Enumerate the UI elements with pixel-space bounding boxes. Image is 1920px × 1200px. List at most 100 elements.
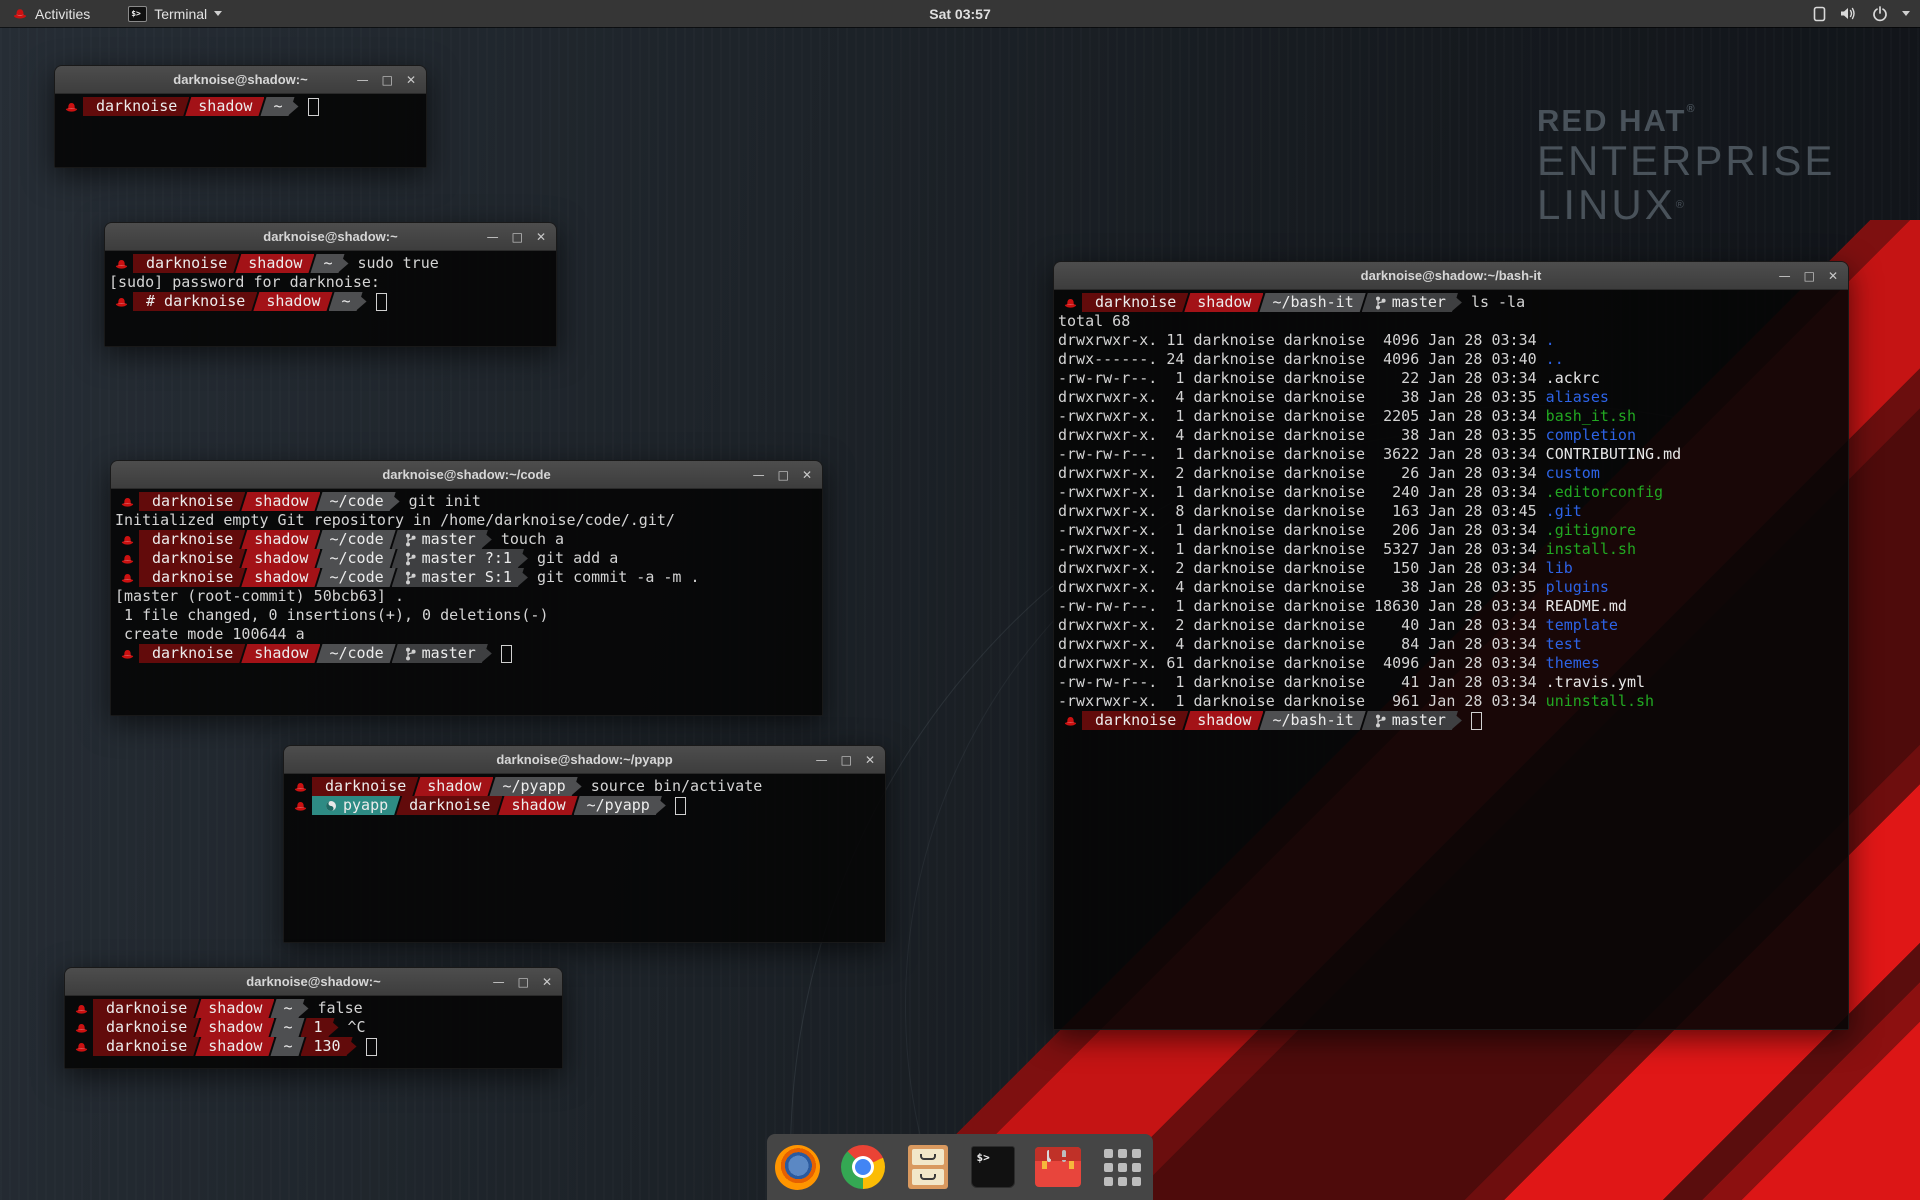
prompt-segment-host: shadow	[195, 1037, 274, 1056]
command-text: git init	[409, 492, 481, 511]
terminal-line: drwxrwxr-x. 2 darknoise darknoise 26 Jan…	[1058, 464, 1844, 483]
minimize-button[interactable]: —	[1779, 270, 1791, 282]
close-button[interactable]: ✕	[406, 74, 416, 86]
ls-row-filename: .git	[1546, 502, 1582, 521]
logo-line3: LINUX	[1537, 181, 1676, 228]
ls-row-filename: template	[1546, 616, 1618, 635]
close-button[interactable]: ✕	[865, 754, 875, 766]
maximize-button[interactable]: □	[382, 74, 393, 86]
maximize-button[interactable]: □	[1804, 270, 1815, 282]
terminal-content[interactable]: darknoiseshadow~sudo true[sudo] password…	[105, 251, 556, 346]
maximize-button[interactable]: □	[841, 754, 852, 766]
terminal-line: pyappdarknoiseshadow~/pyapp	[288, 796, 881, 815]
app-grid-icon	[1104, 1149, 1141, 1186]
terminal-line: darknoiseshadow~/pyappsource bin/activat…	[288, 777, 881, 796]
prompt-segment-branch: master ?:1	[392, 549, 524, 568]
prompt-segment-path: ~/code	[316, 549, 395, 568]
top-bar: Activities $> Terminal Sat 03:57	[0, 0, 1920, 27]
ls-row-meta: -rwxrwxr-x. 1 darknoise darknoise 2205 J…	[1058, 407, 1546, 426]
terminal-content[interactable]: darknoiseshadow~/codegit initInitialized…	[111, 489, 822, 715]
prompt-segment-path: ~/bash-it	[1259, 293, 1365, 312]
terminal-cursor	[308, 98, 319, 116]
redhat-prompt-icon	[109, 296, 133, 308]
window-titlebar[interactable]: darknoise@shadow:~/code — □ ✕	[111, 461, 822, 489]
prompt-segment-host: shadow	[241, 530, 320, 549]
command-text: ls -la	[1471, 293, 1525, 312]
close-button[interactable]: ✕	[802, 469, 812, 481]
terminal-line: darknoiseshadow~/bash-itmasterls -la	[1058, 293, 1844, 312]
terminal-line: -rw-rw-r--. 1 darknoise darknoise 3622 J…	[1058, 445, 1844, 464]
app-menu-terminal[interactable]: $> Terminal	[116, 0, 234, 27]
redhat-prompt-icon	[74, 1022, 89, 1034]
volume-icon[interactable]	[1840, 6, 1858, 21]
terminal-line: [master (root-commit) 50bcb63] .	[115, 587, 818, 606]
ls-row-meta: drwxrwxr-x. 8 darknoise darknoise 163 Ja…	[1058, 502, 1546, 521]
minimize-button[interactable]: —	[816, 754, 828, 766]
window-titlebar[interactable]: darknoise@shadow:~/pyapp —□✕	[284, 746, 885, 774]
dock-item-terminal[interactable]: $>	[969, 1143, 1017, 1191]
terminal-window-bash-it: darknoise@shadow:~/bash-it —□✕ darknoise…	[1053, 261, 1849, 1030]
minimize-button[interactable]: —	[493, 976, 505, 988]
terminal-line: create mode 100644 a	[115, 625, 818, 644]
terminal-icon: $>	[971, 1146, 1015, 1188]
redhat-prompt-icon	[115, 496, 139, 508]
power-icon[interactable]	[1872, 6, 1888, 22]
terminal-content[interactable]: darknoiseshadow~/pyappsource bin/activat…	[284, 774, 885, 942]
dock-item-files[interactable]	[904, 1143, 952, 1191]
ls-row-filename: test	[1546, 635, 1582, 654]
ls-row-meta: drwxrwxr-x. 4 darknoise darknoise 38 Jan…	[1058, 426, 1546, 445]
maximize-button[interactable]: □	[778, 469, 789, 481]
close-button[interactable]: ✕	[542, 976, 552, 988]
redhat-prompt-icon	[114, 296, 129, 308]
window-title: darknoise@shadow:~/code	[382, 467, 550, 482]
git-branch-icon	[405, 647, 416, 661]
clock[interactable]: Sat 03:57	[929, 6, 990, 22]
dock-item-toolbox[interactable]	[1034, 1143, 1082, 1191]
close-button[interactable]: ✕	[536, 231, 546, 243]
ls-row-meta: -rw-rw-r--. 1 darknoise darknoise 41 Jan…	[1058, 673, 1546, 692]
terminal-line: darknoiseshadow~false	[69, 999, 558, 1018]
prompt-segment-path: ~	[270, 1037, 304, 1056]
prompt-segment-host: shadow	[195, 1018, 274, 1037]
git-branch-icon	[405, 571, 416, 585]
display-icon[interactable]	[1813, 6, 1826, 22]
ls-row-meta: drwxrwxr-x. 4 darknoise darknoise 38 Jan…	[1058, 388, 1546, 407]
prompt-segment-path: ~/code	[316, 530, 395, 549]
activities-button[interactable]: Activities	[0, 0, 102, 27]
redhat-prompt-icon	[293, 781, 308, 793]
window-titlebar[interactable]: darknoise@shadow:~ —□✕	[105, 223, 556, 251]
ls-row-filename: .gitignore	[1546, 521, 1636, 540]
minimize-button[interactable]: —	[357, 74, 369, 86]
prompt-segment-user: darknoise	[1082, 711, 1188, 730]
logo-line1: RED HAT	[1537, 103, 1686, 138]
dock-item-app-grid[interactable]	[1099, 1143, 1147, 1191]
terminal-line: darknoiseshadow~/codemaster	[115, 644, 818, 663]
window-title: darknoise@shadow:~	[173, 72, 307, 87]
ls-row-filename: bash_it.sh	[1546, 407, 1636, 426]
maximize-button[interactable]: □	[518, 976, 529, 988]
logo-line2: ENTERPRISE	[1537, 139, 1835, 183]
dock-item-firefox[interactable]	[774, 1143, 822, 1191]
window-titlebar[interactable]: darknoise@shadow:~/bash-it —□✕	[1054, 262, 1848, 290]
terminal-content[interactable]: darknoiseshadow~falsedarknoiseshadow~1^C…	[65, 996, 562, 1068]
close-button[interactable]: ✕	[1828, 270, 1838, 282]
maximize-button[interactable]: □	[512, 231, 523, 243]
terminal-window-code: darknoise@shadow:~/code — □ ✕ darknoisesha…	[110, 460, 823, 716]
redhat-prompt-icon	[115, 553, 139, 565]
minimize-button[interactable]: —	[487, 231, 499, 243]
minimize-button[interactable]: —	[753, 469, 765, 481]
terminal-content[interactable]: darknoiseshadow~/bash-itmasterls -latota…	[1054, 290, 1848, 1029]
redhat-prompt-icon	[1058, 715, 1082, 727]
terminal-window-home-2: darknoise@shadow:~ —□✕ darknoiseshadow~f…	[64, 967, 563, 1069]
chevron-down-icon	[214, 11, 222, 16]
redhat-prompt-icon	[69, 1022, 93, 1034]
terminal-output-text: create mode 100644 a	[115, 625, 305, 644]
window-titlebar[interactable]: darknoise@shadow:~ — □ ✕	[55, 66, 426, 94]
terminal-content[interactable]: darknoiseshadow~	[55, 94, 426, 167]
redhat-prompt-icon	[59, 101, 83, 113]
chevron-down-icon[interactable]	[1902, 11, 1910, 16]
dock-item-chrome[interactable]	[839, 1143, 887, 1191]
terminal-output-text: 1 file changed, 0 insertions(+), 0 delet…	[115, 606, 548, 625]
window-titlebar[interactable]: darknoise@shadow:~ —□✕	[65, 968, 562, 996]
terminal-line: darknoiseshadow~/codemaster S:1git commi…	[115, 568, 818, 587]
